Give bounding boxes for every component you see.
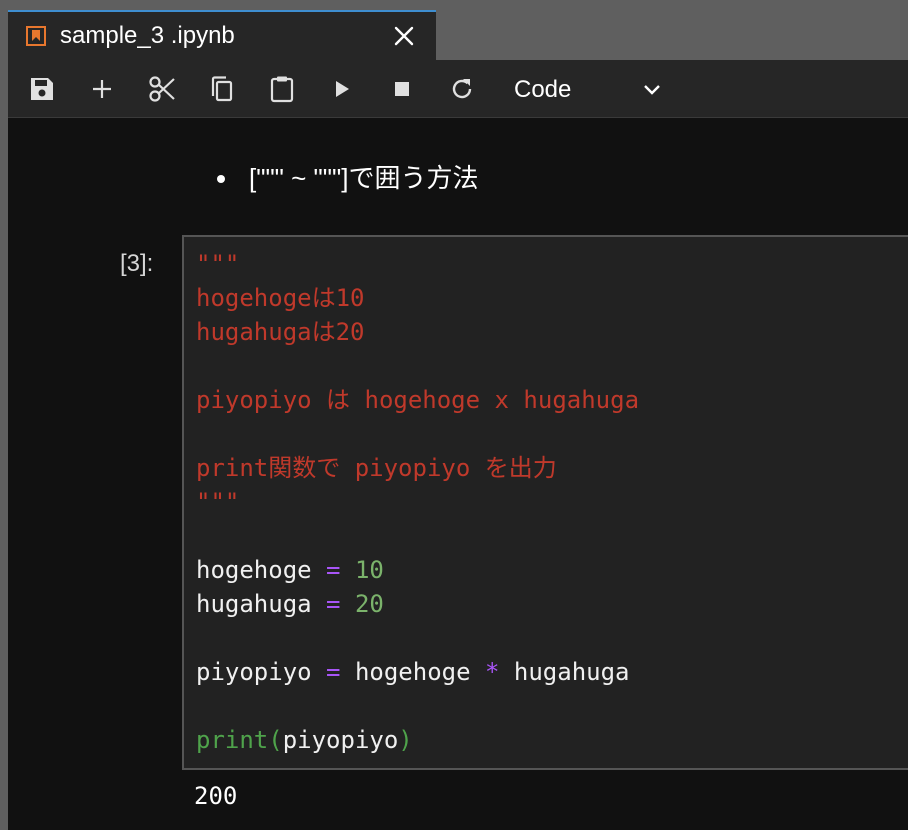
code-paren: ) <box>398 726 413 754</box>
markdown-bullet-text: [""" ~ """]で囲う方法 <box>249 163 479 193</box>
code-variable: hogehoge <box>196 556 312 584</box>
cell-type-label: Code <box>514 76 572 103</box>
code-variable: hogehoge <box>354 658 471 686</box>
cell-type-select[interactable]: Code <box>506 68 676 110</box>
tab-title: sample_3 .ipynb <box>60 22 235 49</box>
code-line: """ <box>196 488 240 516</box>
bullet-dot <box>217 175 225 183</box>
stop-icon[interactable] <box>388 75 416 103</box>
code-operator: = <box>326 590 341 618</box>
cell-prompt: [3]: <box>120 250 154 277</box>
code-number: 20 <box>354 590 384 618</box>
chevron-down-icon <box>640 77 664 101</box>
notebook-window: sample_3 .ipynb Code [""" ~ """]で囲う方法 [3… <box>0 0 908 830</box>
code-line: hugahuga = 20 <box>196 589 384 619</box>
code-operator: = <box>326 556 341 584</box>
code-variable: piyopiyo <box>196 658 312 686</box>
code-operator: * <box>485 658 500 686</box>
scissors-icon[interactable] <box>148 75 176 103</box>
cell-output: 200 <box>194 782 238 810</box>
tab-notebook[interactable]: sample_3 .ipynb <box>8 10 436 60</box>
code-line: print関数で piyopiyo を出力 <box>196 454 557 482</box>
plus-icon[interactable] <box>88 75 116 103</box>
code-number: 10 <box>354 556 384 584</box>
code-variable: hugahuga <box>196 590 312 618</box>
code-line: """ <box>196 250 240 278</box>
code-line: piyopiyo は hogehoge x hugahuga <box>196 386 640 414</box>
copy-icon[interactable] <box>208 75 236 103</box>
code-line: piyopiyo = hogehoge * hugahuga <box>196 657 630 687</box>
code-line: print(piyopiyo) <box>196 725 413 755</box>
run-icon[interactable] <box>328 75 356 103</box>
code-line: hogehogeは10 <box>196 284 365 312</box>
code-variable: hugahuga <box>513 658 630 686</box>
code-line: hugahugaは20 <box>196 318 365 346</box>
code-builtin: print( <box>196 726 283 754</box>
restart-icon[interactable] <box>448 75 476 103</box>
left-edge <box>0 0 8 830</box>
code-operator: = <box>326 658 341 686</box>
paste-icon[interactable] <box>268 75 296 103</box>
close-icon[interactable] <box>392 24 416 48</box>
code-editor[interactable]: """ hogehogeは10 hugahugaは20 piyopiyo は h… <box>182 235 908 770</box>
code-variable: piyopiyo <box>282 726 399 754</box>
toolbar: Code <box>8 60 908 118</box>
save-icon[interactable] <box>28 75 56 103</box>
code-line: hogehoge = 10 <box>196 555 384 585</box>
notebook-icon <box>26 26 46 46</box>
